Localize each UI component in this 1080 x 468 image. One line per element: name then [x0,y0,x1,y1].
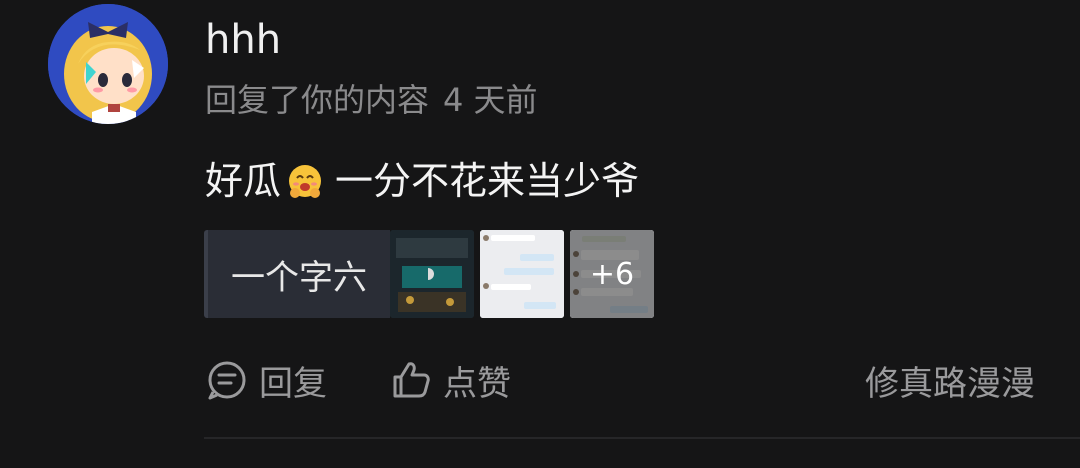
comment-text: 好瓜 一分不花来当少爷 [205,154,639,208]
action-bar: 回复 点赞 修真路漫漫 [205,356,1035,404]
meta-action-text: 回复了你的内容 [205,81,430,119]
attachment-thumbnail-more[interactable]: +6 [570,230,654,318]
notification-meta: 回复了你的内容 4 天前 [205,78,538,122]
avatar[interactable] [48,4,168,124]
thumbs-up-icon [393,362,430,398]
reply-button[interactable]: 回复 [205,356,327,405]
like-button[interactable]: 点赞 [389,356,511,405]
source-nickname[interactable]: 修真路漫漫 [865,356,1035,405]
username[interactable]: hhh [205,14,281,66]
smiling-face-emoji-icon [285,161,325,201]
attachment-tag[interactable]: 一个字六 [204,230,390,318]
more-count: +6 [570,230,654,318]
comment-text-before: 好瓜 [205,159,282,203]
reply-label: 回复 [259,363,327,404]
divider [204,437,1080,439]
comment-bubble-icon [208,361,246,400]
attachment-thumbnail[interactable] [390,230,474,318]
attachment-strip: 一个字六 +6 [204,230,654,318]
attachment-thumbnail[interactable] [480,230,564,318]
anime-avatar-icon [48,4,168,124]
like-label: 点赞 [443,363,511,404]
comment-text-after: 一分不花来当少爷 [335,159,640,203]
meta-time: 4 天前 [443,81,538,119]
notification-card: hhh 回复了你的内容 4 天前 好瓜 一分不花来当少爷 一个字六 +6 回复 … [0,0,1080,468]
